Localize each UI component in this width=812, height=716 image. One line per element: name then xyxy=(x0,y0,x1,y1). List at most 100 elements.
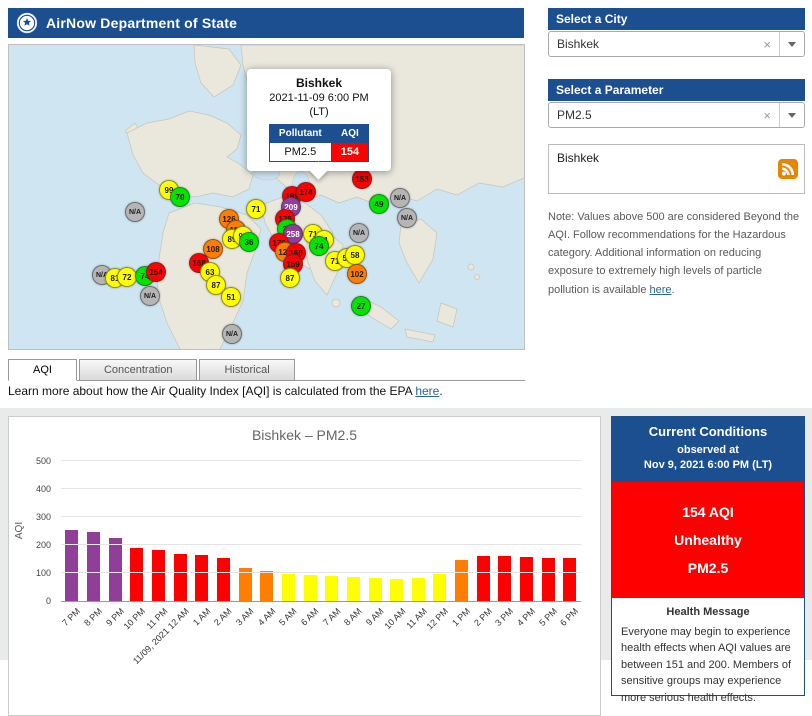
aqi-marker[interactable]: 154 xyxy=(146,262,166,282)
chart-bar[interactable] xyxy=(216,558,230,601)
aqi-marker[interactable]: N/A xyxy=(125,202,145,222)
health-message-text: Everyone may begin to experience health … xyxy=(621,625,792,704)
y-tick-label: 400 xyxy=(35,484,51,494)
tab-strip: AQI Concentration Historical xyxy=(8,357,525,381)
chart-bar[interactable] xyxy=(346,576,360,601)
dos-seal-icon xyxy=(16,12,38,34)
chart-bar[interactable] xyxy=(498,555,512,601)
aqi-marker[interactable]: N/A xyxy=(349,223,369,243)
chart-bar[interactable] xyxy=(520,556,534,601)
conditions-title: Current Conditions xyxy=(648,424,768,439)
chart-bar[interactable] xyxy=(368,578,382,601)
parameter-dropdown-toggle[interactable] xyxy=(779,103,804,127)
aqi-marker[interactable]: 74 xyxy=(309,236,329,256)
chart-bar[interactable] xyxy=(195,555,209,601)
aqi-marker[interactable]: 87 xyxy=(280,268,300,288)
parameter-dropdown-value: PM2.5 xyxy=(557,108,592,122)
chart-bar[interactable] xyxy=(325,576,339,601)
aqi-marker[interactable]: N/A xyxy=(397,208,417,228)
chart-bar[interactable] xyxy=(476,555,490,601)
y-tick-label: 100 xyxy=(35,568,51,578)
aqi-marker[interactable]: 70 xyxy=(170,187,190,207)
chart-bar[interactable] xyxy=(281,574,295,601)
city-clear-icon[interactable]: × xyxy=(755,37,779,52)
chart-bar[interactable] xyxy=(411,578,425,601)
note-link[interactable]: here xyxy=(650,284,672,296)
x-label-slot: 4 AM xyxy=(256,603,278,683)
gridline xyxy=(61,488,581,489)
chart-bar[interactable] xyxy=(563,557,577,601)
x-label-slot: 10 PM xyxy=(122,603,147,683)
chart-bar[interactable] xyxy=(151,550,165,601)
select-parameter-header: Select a Parameter xyxy=(548,79,805,101)
aqi-marker[interactable]: 153 xyxy=(352,169,372,189)
chart-bar[interactable] xyxy=(86,531,100,601)
conditions-header: Current Conditions observed at Nov 9, 20… xyxy=(612,417,804,482)
aqi-marker[interactable]: 71 xyxy=(246,199,266,219)
chart-bar[interactable] xyxy=(260,571,274,601)
x-tick-label: 5 PM xyxy=(536,606,559,628)
observed-at-value: Nov 9, 2021 6:00 PM (LT) xyxy=(643,459,773,472)
chart-bar[interactable] xyxy=(108,538,122,601)
chart-bar[interactable] xyxy=(541,558,555,601)
aqi-marker[interactable]: 58 xyxy=(345,245,365,265)
aqi-marker[interactable]: 49 xyxy=(369,194,389,214)
x-label-slot: 7 PM xyxy=(60,603,82,683)
popup-table: Pollutant AQI PM2.5 154 xyxy=(268,124,370,162)
tab-concentration[interactable]: Concentration xyxy=(78,359,198,381)
learn-more-link[interactable]: here xyxy=(415,384,439,398)
tab-aqi[interactable]: AQI xyxy=(8,359,77,381)
aqi-marker[interactable]: 72 xyxy=(117,267,137,287)
x-label-slot: 11 AM xyxy=(404,603,429,683)
x-label-slot: 8 PM xyxy=(82,603,104,683)
x-label-slot: 9 PM xyxy=(104,603,126,683)
parameter-dropdown[interactable]: PM2.5 × xyxy=(548,102,805,128)
aqi-marker[interactable]: N/A xyxy=(222,324,242,344)
chart-bar[interactable] xyxy=(433,574,447,601)
x-label-slot: 3 AM xyxy=(234,603,256,683)
aqi-marker[interactable]: 36 xyxy=(239,232,259,252)
rss-icon[interactable] xyxy=(778,159,798,179)
y-tick-label: 300 xyxy=(35,512,51,522)
aqi-marker[interactable]: N/A xyxy=(390,188,410,208)
x-label-slot: 3 PM xyxy=(494,603,516,683)
x-label-slot: 8 AM xyxy=(342,603,364,683)
chart-bar[interactable] xyxy=(173,553,187,601)
note-text: Note: Values above 500 are considered Be… xyxy=(548,208,805,299)
chart-bar[interactable] xyxy=(130,547,144,601)
x-label-slot: 5 AM xyxy=(277,603,299,683)
x-tick-label: 11 AM xyxy=(404,606,429,631)
x-label-slot: 7 AM xyxy=(321,603,343,683)
city-dropdown[interactable]: Bishkek × xyxy=(548,31,805,57)
x-tick-label: 8 PM xyxy=(82,606,105,628)
aqi-marker[interactable]: 51 xyxy=(221,287,241,307)
x-tick-label: 10 AM xyxy=(382,606,408,632)
x-label-slot: 6 AM xyxy=(299,603,321,683)
x-tick-label: 1 AM xyxy=(190,606,213,628)
select-city-header: Select a City xyxy=(548,8,805,30)
x-label-slot: 12 PM xyxy=(425,603,450,683)
aqi-marker[interactable]: 174 xyxy=(296,182,316,202)
chart-bar[interactable] xyxy=(390,579,404,601)
x-tick-label: 1 PM xyxy=(450,606,473,628)
x-label-slot: 9 AM xyxy=(364,603,386,683)
x-label-slot: 10 AM xyxy=(382,603,407,683)
aqi-map[interactable]: 9970N/A1261137118920917415349N/AN/A17834… xyxy=(8,44,525,350)
y-tick-label: 500 xyxy=(35,456,51,466)
chart-bar[interactable] xyxy=(65,530,79,601)
learn-more-suffix: . xyxy=(439,384,443,398)
x-tick-label: 7 PM xyxy=(60,606,83,628)
city-dropdown-toggle[interactable] xyxy=(779,32,804,56)
parameter-clear-icon[interactable]: × xyxy=(755,108,779,123)
aqi-marker[interactable]: N/A xyxy=(140,286,160,306)
tab-historical[interactable]: Historical xyxy=(199,359,295,381)
x-tick-label: 10 PM xyxy=(121,606,148,632)
chart-bar[interactable] xyxy=(455,560,469,601)
y-tick-label: 200 xyxy=(35,540,51,550)
popup-col-aqi: AQI xyxy=(330,124,370,143)
chart-title: Bishkek – PM2.5 xyxy=(251,427,358,443)
aqi-marker[interactable]: 102 xyxy=(347,264,367,284)
chart-bar[interactable] xyxy=(303,575,317,601)
x-tick-label: 6 AM xyxy=(299,606,321,628)
aqi-marker[interactable]: 27 xyxy=(351,296,371,316)
